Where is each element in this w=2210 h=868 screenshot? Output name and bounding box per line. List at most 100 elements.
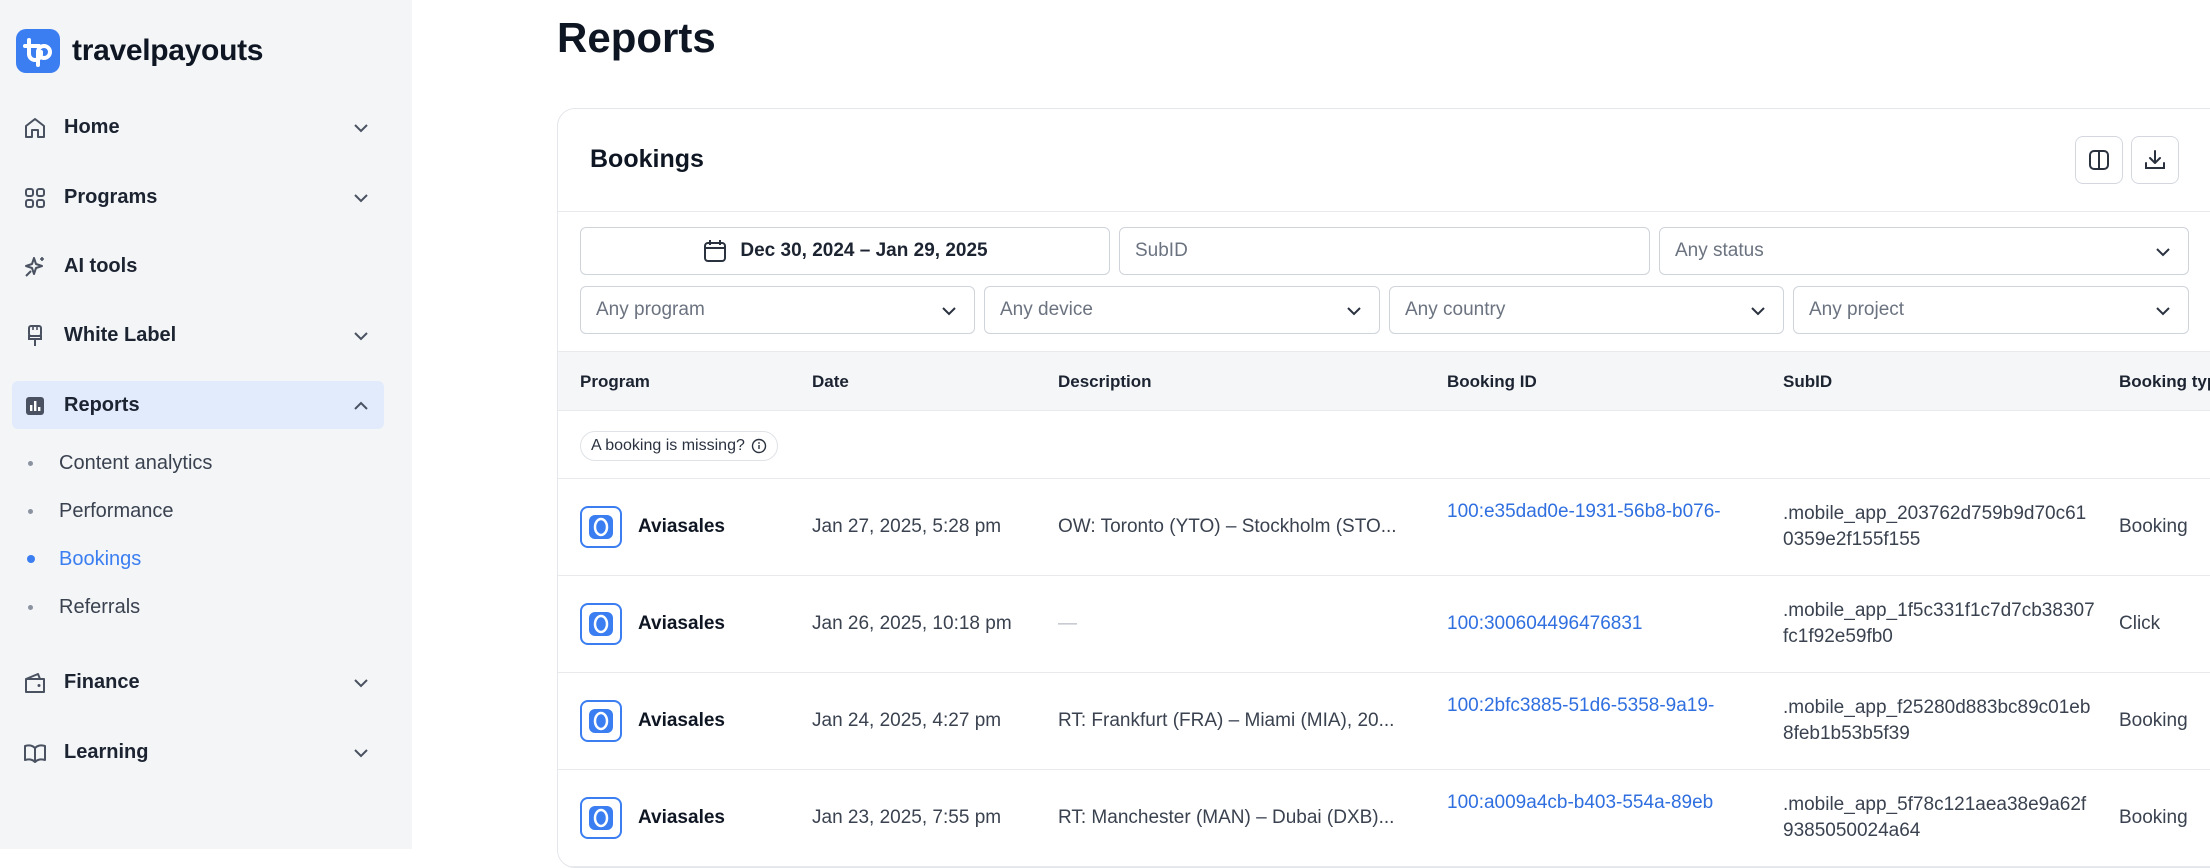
- home-icon: [25, 118, 45, 138]
- project-select-value: Any project: [1809, 299, 1905, 320]
- wallet-icon: [25, 673, 45, 693]
- bookings-card: Bookings Dec 30, 2024 – Jan 29, 2025 Sub…: [557, 108, 2210, 868]
- missing-booking-label: A booking is missing?: [591, 437, 745, 454]
- sidebar-item-programs[interactable]: Programs: [12, 173, 384, 221]
- book-icon: [24, 744, 46, 763]
- booking-subid: .mobile_app_1f5c331f1c7d7cb38307fc1f92e5…: [1783, 600, 2095, 647]
- date-range-value: Dec 30, 2024 – Jan 29, 2025: [740, 240, 988, 261]
- chevron-up-icon: [354, 401, 368, 410]
- column-header-subid[interactable]: SubID: [1783, 372, 1832, 392]
- date-range-picker[interactable]: Dec 30, 2024 – Jan 29, 2025: [580, 227, 1110, 275]
- sidebar-subitem-label: Referrals: [59, 595, 141, 618]
- sidebar-item-label: Home: [64, 115, 120, 138]
- program-select[interactable]: Any program: [580, 286, 975, 334]
- program-name[interactable]: Aviasales: [638, 613, 725, 635]
- chevron-down-icon: [1347, 307, 1361, 316]
- page-title: Reports: [557, 14, 716, 61]
- divider: [558, 211, 2210, 212]
- sidebar-subitem-bookings[interactable]: Bookings: [27, 541, 142, 577]
- chevron-down-icon: [354, 124, 368, 133]
- sidebar-item-white-label[interactable]: White Label: [12, 311, 384, 359]
- travelpayouts-logo-icon: [16, 29, 60, 73]
- sidebar-subitem-referrals[interactable]: Referrals: [28, 589, 140, 625]
- booking-id-link[interactable]: 100:a009a4cb-b403-554a-89eb: [1447, 792, 1713, 814]
- column-header-booking-id[interactable]: Booking ID: [1447, 372, 1537, 392]
- sidebar-subitem-label: Content analytics: [59, 451, 213, 474]
- missing-booking-button[interactable]: A booking is missing?: [580, 431, 778, 461]
- program-select-value: Any program: [596, 299, 705, 320]
- table-row[interactable]: Aviasales Jan 27, 2025, 5:28 pm OW: Toro…: [558, 479, 2210, 576]
- sidebar-subitem-label: Performance: [59, 499, 174, 522]
- project-select[interactable]: Any project: [1793, 286, 2189, 334]
- booking-date: Jan 27, 2025, 5:28 pm: [812, 516, 1002, 537]
- calendar-icon: [704, 240, 727, 262]
- sidebar-item-label: Finance: [64, 670, 140, 693]
- status-select[interactable]: Any status: [1659, 227, 2189, 275]
- column-header-program[interactable]: Program: [580, 372, 650, 392]
- sidebar-item-reports[interactable]: Reports: [12, 381, 384, 429]
- aviasales-logo-icon: [580, 700, 622, 742]
- booking-subid: .mobile_app_5f78c121aea38e9a62f938505002…: [1783, 794, 2087, 841]
- column-header-description[interactable]: Description: [1058, 372, 1152, 392]
- sidebar-item-label: White Label: [64, 323, 177, 346]
- sidebar-item-home[interactable]: Home: [12, 103, 384, 151]
- table-row[interactable]: Aviasales Jan 23, 2025, 7:55 pm RT: Manc…: [558, 770, 2210, 867]
- chevron-down-icon: [1751, 307, 1765, 316]
- chevron-down-icon: [942, 307, 956, 316]
- booking-subid: .mobile_app_f25280d883bc89c01eb8feb1b53b…: [1783, 697, 2091, 744]
- sidebar: travelpayouts Home Programs AI tools Whi…: [0, 0, 412, 849]
- booking-date: Jan 24, 2025, 4:27 pm: [812, 710, 1002, 731]
- bullet-dot: [28, 508, 33, 514]
- bullet-dot: [27, 555, 35, 563]
- device-select[interactable]: Any device: [984, 286, 1380, 334]
- brand-name: travelpayouts: [72, 34, 264, 67]
- booking-id-link[interactable]: 100:e35dad0e-1931-56b8-b076-: [1447, 501, 1721, 523]
- brush-icon: [28, 325, 42, 346]
- booking-description: —: [1058, 613, 1077, 634]
- booking-subid: .mobile_app_203762d759b9d70c610359e2f155…: [1783, 503, 2087, 550]
- bullet-dot: [28, 604, 33, 610]
- columns-toggle-button[interactable]: [2075, 136, 2123, 184]
- device-select-value: Any device: [1000, 299, 1093, 320]
- program-name[interactable]: Aviasales: [638, 516, 725, 538]
- sidebar-subitem-performance[interactable]: Performance: [28, 493, 174, 529]
- aviasales-logo-icon: [580, 603, 622, 645]
- booking-description: RT: Frankfurt (FRA) – Miami (MIA), 20...: [1058, 710, 1395, 731]
- booking-type: Booking: [2119, 710, 2188, 731]
- subid-placeholder: SubID: [1135, 240, 1188, 261]
- table-row[interactable]: Aviasales Jan 24, 2025, 4:27 pm RT: Fran…: [558, 673, 2210, 770]
- chevron-down-icon: [354, 749, 368, 758]
- aviasales-logo-icon: [580, 506, 622, 548]
- download-button[interactable]: [2131, 136, 2179, 184]
- column-header-booking-type[interactable]: Booking typ: [2119, 372, 2210, 392]
- chevron-down-icon: [2156, 307, 2170, 316]
- column-header-date[interactable]: Date: [812, 372, 849, 392]
- brand-logo[interactable]: travelpayouts: [16, 29, 263, 73]
- sidebar-subitem-content-analytics[interactable]: Content analytics: [28, 445, 212, 481]
- aviasales-logo-icon: [580, 797, 622, 839]
- sidebar-item-learning[interactable]: Learning: [12, 728, 384, 776]
- chevron-down-icon: [354, 679, 368, 688]
- booking-id-link[interactable]: 100:300604496476831: [1447, 613, 1642, 635]
- chevron-down-icon: [354, 194, 368, 203]
- program-name[interactable]: Aviasales: [638, 807, 725, 829]
- booking-type: Booking: [2119, 807, 2188, 828]
- booking-id-link[interactable]: 100:2bfc3885-51d6-5358-9a19-: [1447, 695, 1714, 717]
- subid-input[interactable]: SubID: [1119, 227, 1650, 275]
- grid-icon: [25, 188, 45, 208]
- sidebar-item-label: Reports: [64, 393, 140, 416]
- table-row[interactable]: Aviasales Jan 26, 2025, 10:18 pm — 100:3…: [558, 576, 2210, 673]
- missing-booking-row: A booking is missing?: [558, 411, 2210, 479]
- chevron-down-icon: [354, 332, 368, 341]
- sidebar-item-label: AI tools: [64, 254, 138, 277]
- booking-description: OW: Toronto (YTO) – Stockholm (STO...: [1058, 516, 1397, 537]
- sidebar-item-finance[interactable]: Finance: [12, 658, 384, 706]
- sidebar-subitem-label: Bookings: [59, 547, 142, 570]
- status-select-value: Any status: [1675, 240, 1764, 261]
- country-select[interactable]: Any country: [1389, 286, 1784, 334]
- sparkles-icon: [25, 257, 44, 277]
- chevron-down-icon: [2156, 248, 2170, 257]
- sidebar-item-ai-tools[interactable]: AI tools: [12, 242, 384, 290]
- booking-date: Jan 26, 2025, 10:18 pm: [812, 613, 1012, 634]
- program-name[interactable]: Aviasales: [638, 710, 725, 732]
